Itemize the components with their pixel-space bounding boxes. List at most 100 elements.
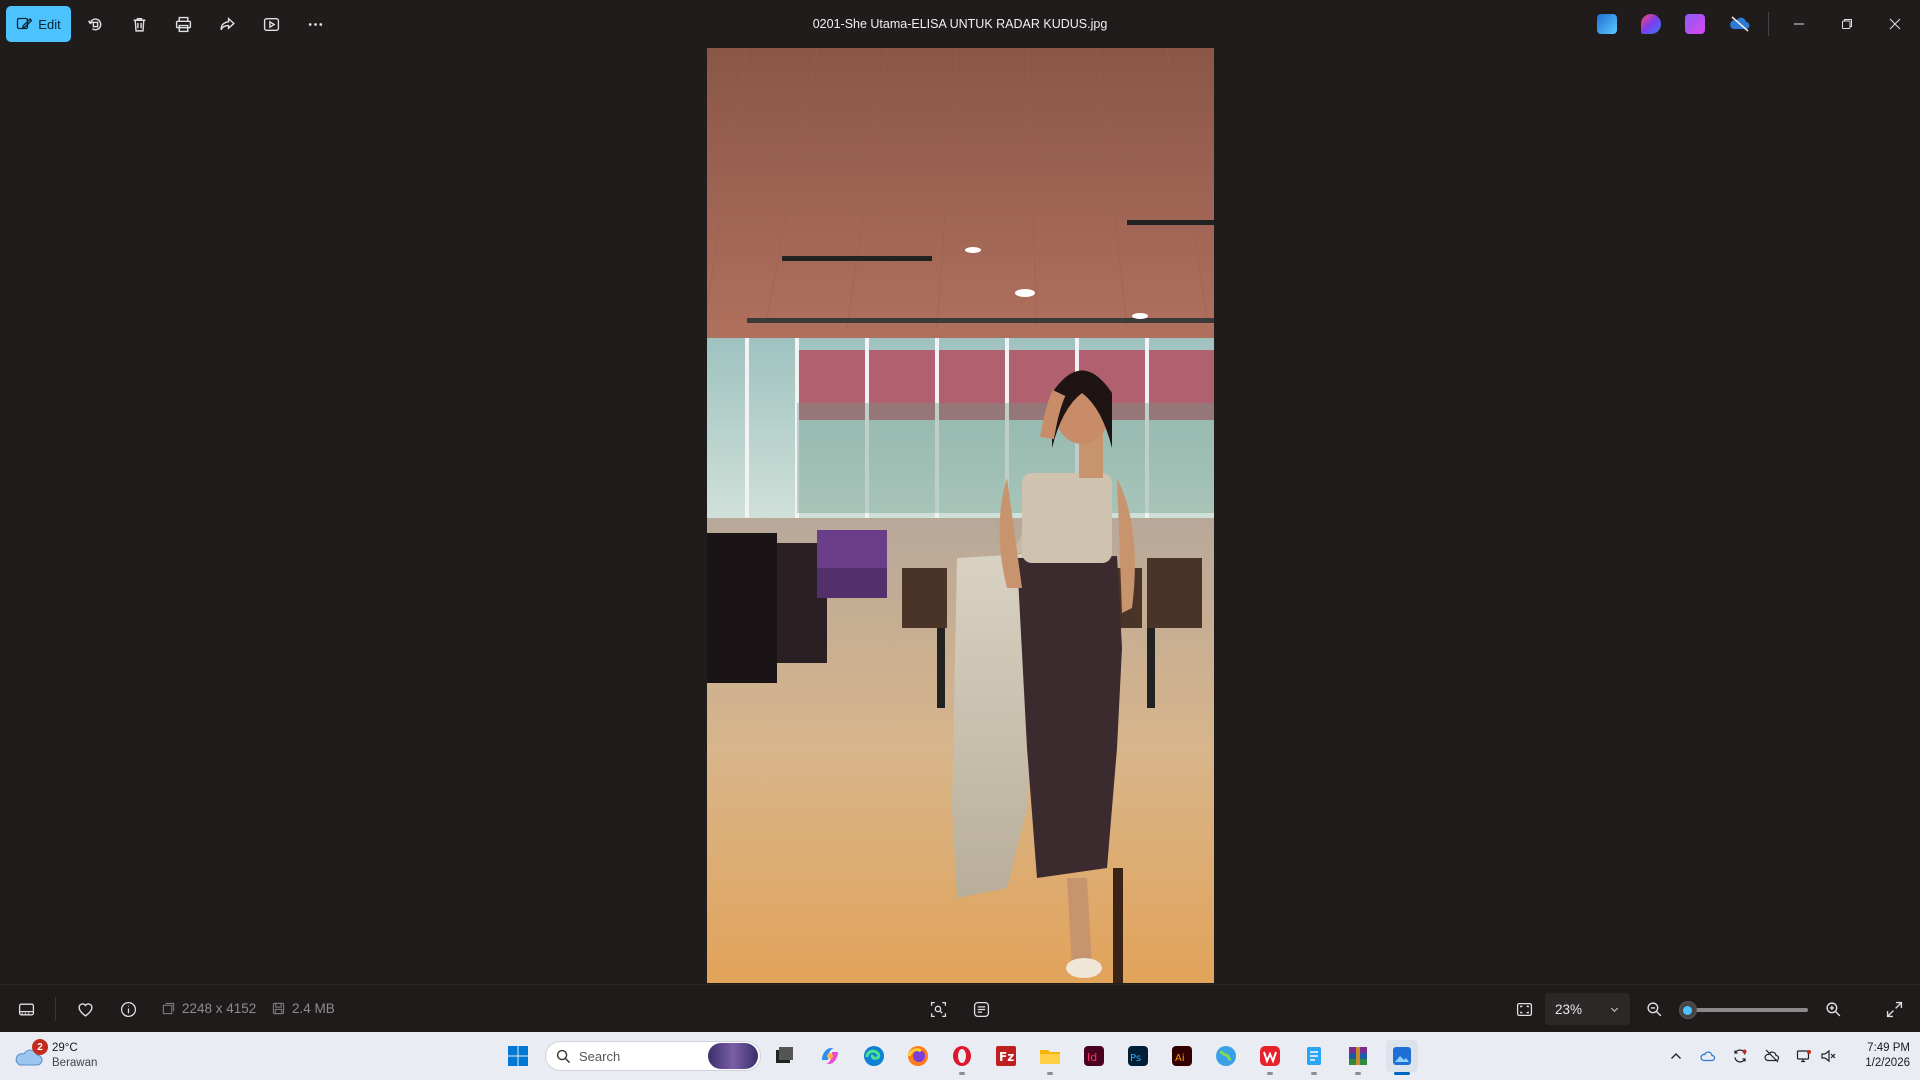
taskbar: 2 29°C Berawan Search Fz Id Ps Ai 7:49 P…: [0, 1032, 1920, 1080]
photos-app-icon[interactable]: [1597, 14, 1617, 34]
running-indicator: [1355, 1072, 1361, 1075]
photos-icon: [1393, 1047, 1411, 1065]
photos-app[interactable]: [1386, 1040, 1418, 1075]
zoom-value: 23%: [1555, 1001, 1583, 1017]
filmstrip-icon: [18, 1003, 34, 1015]
winrar-icon: [1349, 1047, 1367, 1065]
zoom-out-button[interactable]: [1643, 999, 1665, 1019]
notepad-app[interactable]: [1298, 1040, 1330, 1075]
zoom-slider[interactable]: [1678, 1001, 1808, 1019]
delete-button[interactable]: [127, 12, 151, 36]
winrar-app[interactable]: [1342, 1040, 1374, 1075]
clipchamp-app-icon[interactable]: [1685, 14, 1705, 34]
opera-app[interactable]: [946, 1040, 978, 1075]
running-indicator: [1311, 1072, 1317, 1075]
wps-office-app[interactable]: [1254, 1040, 1286, 1075]
firefox-app[interactable]: [902, 1040, 934, 1072]
expand-icon: [1886, 1001, 1902, 1017]
running-indicator: [1047, 1072, 1053, 1075]
zoom-out-icon: [1646, 1001, 1661, 1016]
photoshop-app[interactable]: Ps: [1122, 1040, 1154, 1072]
slideshow-button[interactable]: [259, 12, 283, 36]
chevron-down-icon: [1610, 1007, 1619, 1012]
cloud-offline-tray-button[interactable]: [1762, 1046, 1782, 1066]
chevron-up-icon: [1671, 1053, 1681, 1059]
designer-app-icon[interactable]: [1641, 14, 1661, 34]
sync-tray-button[interactable]: [1730, 1046, 1750, 1066]
restore-icon: [1842, 19, 1852, 29]
svg-text:Ps: Ps: [1130, 1053, 1141, 1064]
save-disk-icon: [272, 1002, 285, 1015]
svg-text:Ai: Ai: [1175, 1053, 1185, 1064]
heart-icon: [77, 1002, 93, 1017]
volume-tray-button[interactable]: [1818, 1046, 1838, 1066]
maps-app[interactable]: [1210, 1040, 1242, 1072]
share-icon: [219, 16, 235, 30]
filmstrip-button[interactable]: [15, 999, 37, 1019]
edit-button[interactable]: Edit: [6, 6, 71, 42]
close-button[interactable]: [1872, 0, 1918, 48]
svg-text:Fz: Fz: [999, 1050, 1014, 1064]
folder-icon: [1040, 1050, 1060, 1064]
opera-icon: [953, 1046, 971, 1066]
indesign-app[interactable]: Id: [1078, 1040, 1110, 1072]
text-extract-button[interactable]: [970, 999, 992, 1019]
system-clock[interactable]: 7:49 PM 1/2/2026: [1840, 1041, 1910, 1071]
more-options-button[interactable]: [303, 12, 327, 36]
network-icon: [1796, 1050, 1811, 1063]
edge-app[interactable]: [858, 1040, 890, 1072]
file-explorer-app[interactable]: [1034, 1040, 1066, 1075]
title-bar: Edit 0201-She Utama-ELISA UNTUK RADAR KU…: [0, 0, 1920, 48]
search-icon: [556, 1049, 571, 1063]
cloud-icon: 2: [14, 1039, 48, 1069]
wps-icon: [1260, 1046, 1280, 1066]
slideshow-icon: [263, 17, 279, 31]
notepad-icon: [1307, 1047, 1321, 1065]
sync-icon: [1734, 1049, 1747, 1063]
share-button[interactable]: [215, 12, 239, 36]
printer-icon: [175, 16, 191, 32]
zoom-slider-thumb[interactable]: [1678, 1001, 1697, 1019]
start-button[interactable]: [502, 1040, 534, 1072]
weather-badge: 2: [32, 1039, 48, 1055]
visual-search-button[interactable]: [927, 999, 949, 1019]
status-separator: [55, 997, 56, 1021]
file-info-button[interactable]: [117, 999, 139, 1019]
onedrive-tray-button[interactable]: [1698, 1046, 1718, 1066]
scan-text-icon: [973, 1001, 989, 1017]
illustrator-app[interactable]: Ai: [1166, 1040, 1198, 1072]
favorite-button[interactable]: [74, 999, 96, 1019]
rotate-button[interactable]: [83, 12, 107, 36]
zoom-dropdown[interactable]: 23%: [1545, 993, 1630, 1025]
photo-image: [707, 48, 1214, 983]
windows-logo-icon: [508, 1046, 528, 1066]
print-button[interactable]: [171, 12, 195, 36]
close-icon: [1889, 18, 1901, 30]
minimize-icon: [1794, 23, 1804, 25]
search-placeholder: Search: [579, 1048, 621, 1064]
weather-widget[interactable]: 2 29°C Berawan: [14, 1038, 97, 1074]
minimize-button[interactable]: [1776, 0, 1822, 48]
full-screen-button[interactable]: [1883, 999, 1905, 1019]
fit-to-window-button[interactable]: [1513, 999, 1535, 1019]
weather-temperature: 29°C: [52, 1042, 78, 1054]
dimensions-icon: [162, 1002, 175, 1015]
dimensions-value: 2248 x 4152: [182, 1001, 257, 1016]
show-hidden-icons-button[interactable]: [1666, 1046, 1686, 1066]
task-view-button[interactable]: [768, 1040, 800, 1072]
onedrive-cloud-icon: [1700, 1051, 1716, 1062]
restore-button[interactable]: [1824, 0, 1870, 48]
onedrive-off-icon[interactable]: [1729, 14, 1751, 34]
running-indicator: [959, 1072, 965, 1075]
edge-icon: [864, 1046, 884, 1066]
network-tray-button[interactable]: [1794, 1046, 1814, 1066]
filezilla-app[interactable]: Fz: [990, 1040, 1022, 1072]
rotate-icon: [87, 17, 101, 30]
photo-canvas[interactable]: [707, 48, 1214, 983]
speaker-muted-icon: [1821, 1049, 1836, 1063]
weather-condition: Berawan: [52, 1057, 98, 1069]
taskbar-search[interactable]: Search: [545, 1041, 761, 1071]
zoom-in-button[interactable]: [1822, 999, 1844, 1019]
copilot-app[interactable]: [814, 1040, 846, 1072]
toolbar-separator: [1768, 12, 1769, 36]
